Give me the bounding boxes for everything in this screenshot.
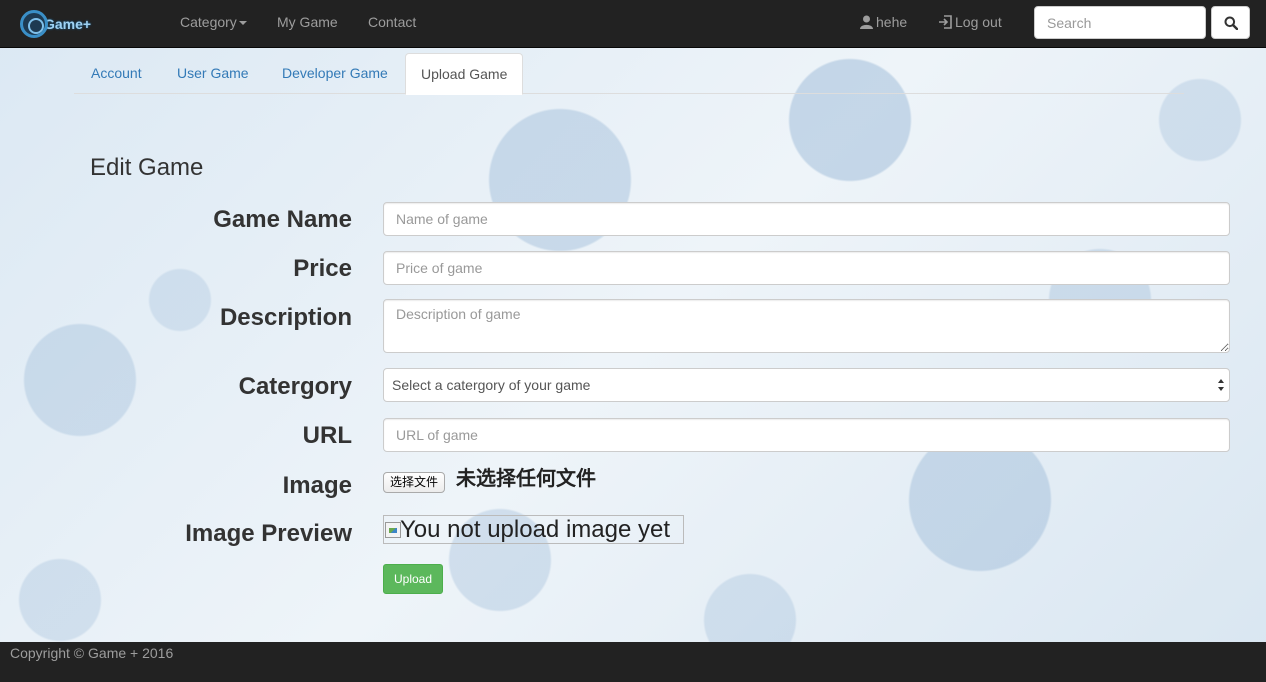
nav-my-game[interactable]: My Game xyxy=(277,0,338,48)
nav-logout-label: Log out xyxy=(955,14,1002,30)
image-preview-alt-text: You not upload image yet xyxy=(400,515,670,543)
profile-tabs: Account User Game Developer Game Upload … xyxy=(74,53,1184,95)
nav-category-label: Category xyxy=(180,14,237,30)
tab-developer-game[interactable]: Developer Game xyxy=(267,53,403,94)
broken-image-icon xyxy=(385,521,401,538)
logo-icon xyxy=(20,10,48,38)
game-name-label: Game Name xyxy=(213,206,352,233)
tab-user-game[interactable]: User Game xyxy=(162,53,264,94)
footer: Copyright © Game + 2016 xyxy=(0,642,1266,682)
game-name-input[interactable] xyxy=(383,202,1230,236)
category-select[interactable]: Select a catergory of your game xyxy=(383,368,1230,402)
image-preview: You not upload image yet xyxy=(383,515,684,544)
description-textarea[interactable] xyxy=(383,299,1230,353)
top-navbar: Game+ Category My Game Contact hehe Log … xyxy=(0,0,1266,48)
search-icon xyxy=(1224,16,1238,30)
url-input[interactable] xyxy=(383,418,1230,452)
copyright-text: Copyright © Game + 2016 xyxy=(10,645,174,661)
upload-button[interactable]: Upload xyxy=(383,564,443,594)
caret-down-icon xyxy=(238,21,247,26)
description-label: Description xyxy=(219,304,352,331)
category-selected-value: Select a catergory of your game xyxy=(392,377,591,393)
brand-logo[interactable]: Game+ xyxy=(20,9,91,39)
tab-account[interactable]: Account xyxy=(76,53,157,94)
page-title: Edit Game xyxy=(90,154,204,181)
nav-user-name: hehe xyxy=(876,14,908,30)
image-preview-label: Image Preview xyxy=(185,520,352,547)
nav-contact[interactable]: Contact xyxy=(368,0,416,48)
choose-file-button[interactable]: 选择文件 xyxy=(383,472,446,493)
nav-logout[interactable]: Log out xyxy=(938,0,1002,48)
image-label: Image xyxy=(282,472,352,499)
search-input[interactable] xyxy=(1034,6,1206,39)
file-status-text: 未选择任何文件 xyxy=(456,468,596,490)
price-label: Price xyxy=(293,255,352,282)
brand-name: Game+ xyxy=(44,16,92,32)
user-icon xyxy=(860,15,873,29)
log-out-icon xyxy=(939,15,952,29)
search-button[interactable] xyxy=(1211,6,1250,39)
price-input[interactable] xyxy=(383,251,1230,285)
tab-upload-game[interactable]: Upload Game xyxy=(405,53,524,95)
select-arrows-icon xyxy=(1218,379,1224,391)
nav-category-dropdown[interactable]: Category xyxy=(180,0,247,48)
nav-user[interactable]: hehe xyxy=(860,0,907,48)
category-label: Catergory xyxy=(238,373,352,400)
url-label: URL xyxy=(302,422,352,449)
